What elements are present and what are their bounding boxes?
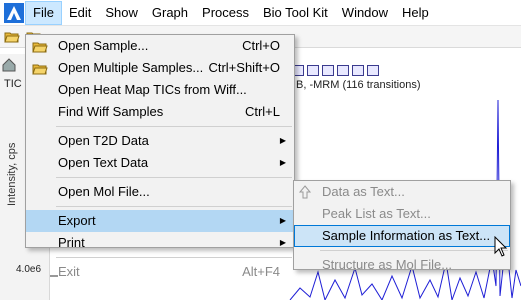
menu-open-t2d-data[interactable]: Open T2D Data ▶ xyxy=(26,130,294,152)
menu-label: Open Text Data xyxy=(58,155,149,170)
menu-label: Open Mol File... xyxy=(58,184,150,199)
menu-label: Open T2D Data xyxy=(58,133,149,148)
menu-open-mol-file[interactable]: Open Mol File... xyxy=(26,181,294,203)
menu-export-peak-list[interactable]: Peak List as Text... xyxy=(294,203,510,225)
menu-label: Structure as Mol File... xyxy=(322,257,453,272)
menu-export-data-as-text[interactable]: Data as Text... xyxy=(294,181,510,203)
submenu-arrow-icon: ▶ xyxy=(279,238,286,247)
menu-open-multiple-samples[interactable]: Open Multiple Samples... Ctrl+Shift+O xyxy=(26,57,294,79)
file-menu-dropdown: Open Sample... Ctrl+O Open Multiple Samp… xyxy=(25,34,295,279)
menu-separator xyxy=(56,177,292,178)
menu-label: Find Wiff Samples xyxy=(58,104,164,119)
menu-label: Export xyxy=(58,213,96,228)
submenu-arrow-icon: ▶ xyxy=(279,136,286,145)
mouse-pointer-icon xyxy=(494,235,508,258)
menu-shortcut: Alt+F4 xyxy=(242,264,280,279)
menu-label: Open Heat Map TICs from Wiff... xyxy=(58,82,247,97)
menu-label: Open Multiple Samples... xyxy=(58,60,204,75)
export-up-arrow-icon xyxy=(298,184,314,199)
menu-open-text-data[interactable]: Open Text Data ▶ xyxy=(26,152,294,174)
open-multiple-icon xyxy=(32,61,48,75)
menu-export-structure-mol[interactable]: Structure as Mol File... xyxy=(294,254,510,276)
menu-exit[interactable]: Exit Alt+F4 xyxy=(26,261,294,283)
menu-label: Sample Information as Text... xyxy=(322,228,491,243)
menu-shortcut: Ctrl+Shift+O xyxy=(208,60,280,75)
submenu-arrow-icon: ▶ xyxy=(279,216,286,225)
menu-find-wiff-samples[interactable]: Find Wiff Samples Ctrl+L xyxy=(26,101,294,123)
menu-open-sample[interactable]: Open Sample... Ctrl+O xyxy=(26,35,294,57)
open-folder-icon xyxy=(32,39,48,53)
export-submenu: Data as Text... Peak List as Text... Sam… xyxy=(293,180,511,272)
menu-separator xyxy=(56,126,292,127)
menu-export-sample-information[interactable]: Sample Information as Text... xyxy=(294,225,510,247)
menu-shortcut: Ctrl+L xyxy=(244,104,280,119)
menu-label: Print xyxy=(58,235,85,250)
menu-separator xyxy=(56,257,292,258)
menu-export[interactable]: Export ▶ xyxy=(26,210,294,232)
submenu-arrow-icon: ▶ xyxy=(279,158,286,167)
menu-shortcut: Ctrl+O xyxy=(242,38,280,53)
menu-label: Open Sample... xyxy=(58,38,149,53)
menu-separator xyxy=(320,250,508,251)
menu-label: Exit xyxy=(58,264,80,279)
menu-print[interactable]: Print ▶ xyxy=(26,232,294,254)
menu-label: Data as Text... xyxy=(322,184,405,199)
menu-open-heat-map[interactable]: Open Heat Map TICs from Wiff... xyxy=(26,79,294,101)
menu-label: Peak List as Text... xyxy=(322,206,431,221)
menu-separator xyxy=(56,206,292,207)
